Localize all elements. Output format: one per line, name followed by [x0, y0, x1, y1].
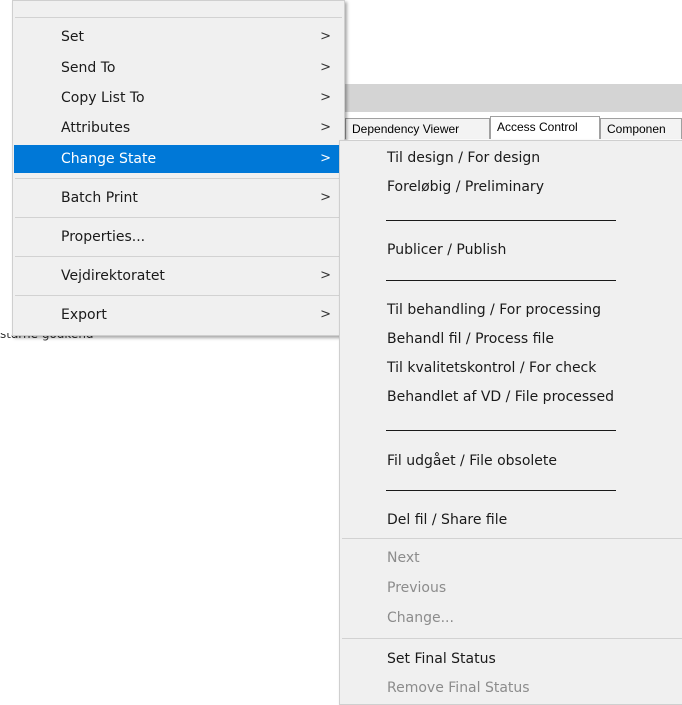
menu-item-label: Vejdirektoratet — [61, 268, 165, 284]
menu-item-preliminary[interactable]: Foreløbig / Preliminary — [341, 173, 681, 201]
menu-item-remove-final-status: Remove Final Status — [341, 674, 681, 702]
menu-item-next: Next — [341, 544, 681, 572]
menu-item-label: Previous — [387, 580, 447, 596]
menu-item-label: Attributes — [61, 120, 131, 136]
menu-separator — [342, 538, 682, 539]
menu-item-label: Til design / For design — [387, 150, 541, 166]
change-state-submenu: Til design / For design Foreløbig / Prel… — [339, 140, 682, 705]
divider-line — [386, 490, 616, 491]
menu-separator — [15, 17, 342, 18]
context-menu: Set > Send To > Copy List To > Attribute… — [12, 0, 345, 336]
menu-item-file-obsolete[interactable]: Fil udgået / File obsolete — [341, 447, 681, 475]
menu-item-copy-list-to[interactable]: Copy List To > — [14, 84, 343, 112]
menu-item-label: Behandlet af VD / File processed — [387, 389, 614, 405]
menu-item-label: Send To — [61, 60, 116, 76]
menu-item-label: Set — [61, 29, 84, 45]
menu-separator — [15, 217, 342, 218]
divider-line — [386, 280, 616, 281]
menu-item-label: Del fil / Share file — [387, 512, 508, 528]
menu-item-batch-print[interactable]: Batch Print > — [14, 184, 343, 212]
divider-line — [386, 220, 616, 221]
menu-item-share-file[interactable]: Del fil / Share file — [341, 506, 681, 534]
menu-item-label: Set Final Status — [387, 651, 496, 667]
menu-item-attributes[interactable]: Attributes > — [14, 114, 343, 142]
menu-item-set[interactable]: Set > — [14, 23, 343, 51]
menu-item-label: Til kvalitetskontrol / For check — [387, 360, 597, 376]
menu-item-process-file[interactable]: Behandl fil / Process file — [341, 325, 681, 353]
menu-item-label: Behandl fil / Process file — [387, 331, 554, 347]
menu-item-for-processing[interactable]: Til behandling / For processing — [341, 296, 681, 324]
menu-item-label: Fil udgået / File obsolete — [387, 453, 558, 469]
menu-item-file-processed[interactable]: Behandlet af VD / File processed — [341, 383, 681, 411]
chevron-right-icon: > — [320, 120, 331, 135]
menu-item-for-design[interactable]: Til design / For design — [341, 144, 681, 172]
menu-item-label: Change State — [61, 151, 157, 167]
tab-components[interactable]: Componen — [600, 118, 682, 139]
menu-item-send-to[interactable]: Send To > — [14, 54, 343, 82]
chevron-right-icon: > — [320, 90, 331, 105]
menu-item-vejdirektoratet[interactable]: Vejdirektoratet > — [14, 262, 343, 290]
chevron-right-icon: > — [320, 60, 331, 75]
menu-item-label: Foreløbig / Preliminary — [387, 179, 544, 195]
menu-item-label: Batch Print — [61, 190, 138, 206]
menu-item-label: Copy List To — [61, 90, 145, 106]
chevron-right-icon: > — [320, 268, 331, 283]
menu-item-change-state[interactable]: Change State > — [14, 145, 343, 173]
menu-separator — [15, 178, 342, 179]
menu-item-properties[interactable]: Properties... — [14, 223, 343, 251]
tab-dependency-viewer[interactable]: Dependency Viewer — [345, 118, 490, 139]
menu-item-change: Change... — [341, 604, 681, 632]
tab-strip: Dependency Viewer Access Control Compone… — [345, 116, 682, 141]
chevron-right-icon: > — [320, 151, 331, 166]
divider-line — [386, 430, 616, 431]
menu-item-label: Next — [387, 550, 420, 566]
tab-access-control[interactable]: Access Control — [490, 116, 600, 139]
window-title-bar — [345, 84, 682, 112]
menu-separator — [15, 256, 342, 257]
menu-item-for-check[interactable]: Til kvalitetskontrol / For check — [341, 354, 681, 382]
menu-item-label: Change... — [387, 610, 454, 626]
chevron-right-icon: > — [320, 29, 331, 44]
menu-item-set-final-status[interactable]: Set Final Status — [341, 645, 681, 673]
menu-item-label: Remove Final Status — [387, 680, 530, 696]
chevron-right-icon: > — [320, 307, 331, 322]
menu-separator — [342, 638, 682, 639]
menu-item-label: Export — [61, 307, 107, 323]
menu-item-previous: Previous — [341, 574, 681, 602]
menu-item-export[interactable]: Export > — [14, 301, 343, 329]
menu-item-publish[interactable]: Publicer / Publish — [341, 236, 681, 264]
menu-separator — [15, 295, 342, 296]
menu-item-label: Til behandling / For processing — [387, 302, 601, 318]
menu-item-label: Publicer / Publish — [387, 242, 507, 258]
chevron-right-icon: > — [320, 190, 331, 205]
menu-item-label: Properties... — [61, 229, 146, 245]
